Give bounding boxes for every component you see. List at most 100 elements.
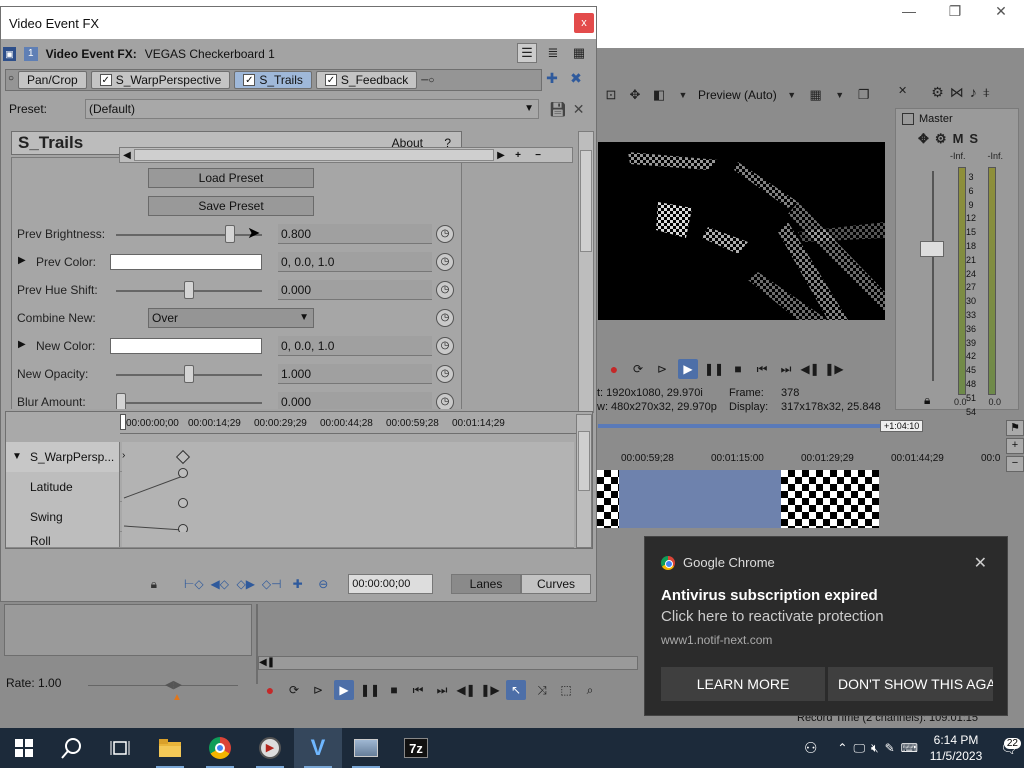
play-from-start-icon[interactable]: ⊳ bbox=[654, 361, 670, 377]
search-button[interactable] bbox=[48, 728, 96, 768]
action-center-button[interactable]: 🗨︎ 22 bbox=[994, 728, 1024, 768]
chain-item-s-warpperspective[interactable]: ✓ S_WarpPerspective bbox=[90, 71, 231, 89]
taskbar-clock[interactable]: 6:14 PM 11/5/2023 bbox=[924, 732, 988, 764]
slider-knob[interactable] bbox=[225, 225, 235, 243]
remove-plugin-icon[interactable]: ✖ bbox=[567, 69, 585, 87]
slider-knob[interactable] bbox=[184, 281, 194, 299]
keyframe-vscroll[interactable] bbox=[576, 414, 592, 548]
normal-edit-tool-icon[interactable]: ↖ bbox=[506, 680, 526, 700]
keyframe-node[interactable] bbox=[178, 468, 188, 478]
save-preset-button[interactable]: Save Preset bbox=[148, 196, 314, 216]
keyboard-icon[interactable]: ⌨ bbox=[901, 741, 918, 755]
combine-new-select[interactable]: Over ▼ bbox=[148, 308, 314, 328]
play-icon[interactable]: ▶ bbox=[334, 680, 354, 700]
next-frame-icon[interactable]: ❚▶ bbox=[480, 682, 499, 698]
prev-color-value[interactable]: 0, 0.0, 1.0 bbox=[278, 252, 432, 272]
loop-region-bar[interactable] bbox=[598, 424, 880, 428]
loop-icon[interactable]: ⟳ bbox=[630, 361, 646, 377]
new-opacity-slider[interactable] bbox=[116, 365, 262, 383]
notification-close-icon[interactable]: ✕ bbox=[974, 553, 987, 573]
zoom-in-icon[interactable]: + bbox=[508, 150, 528, 161]
view-list-icon[interactable]: ☰ bbox=[517, 43, 537, 63]
lock-icon[interactable]: 🔒︎ bbox=[924, 393, 930, 408]
new-opacity-value[interactable]: 1.000 bbox=[278, 364, 432, 384]
lock-envelope-icon[interactable]: 🔒︎ bbox=[145, 575, 163, 593]
previous-frame-icon[interactable]: ◀❚ bbox=[800, 361, 819, 377]
add-plugin-icon[interactable]: ✚ bbox=[543, 69, 561, 87]
parameter-scrollbar[interactable] bbox=[578, 131, 594, 413]
prev-brightness-slider[interactable] bbox=[116, 225, 262, 243]
go-to-end-icon[interactable]: ⏭ bbox=[778, 361, 794, 377]
play-icon[interactable]: ▶ bbox=[678, 359, 698, 379]
delete-keyframe-icon[interactable]: ⊖ bbox=[314, 575, 332, 593]
chain-item-pan-crop[interactable]: Pan/Crop bbox=[18, 71, 87, 89]
chevron-down-icon[interactable]: ▼ bbox=[831, 86, 849, 104]
scroll-thumb[interactable] bbox=[134, 149, 494, 161]
zoom-out-icon[interactable]: − bbox=[1006, 456, 1024, 472]
prev-hue-shift-value[interactable]: 0.000 bbox=[278, 280, 432, 300]
load-preset-button[interactable]: Load Preset bbox=[148, 168, 314, 188]
keyframe-row-label[interactable]: Roll bbox=[6, 532, 120, 547]
keyframe-track[interactable] bbox=[122, 468, 574, 502]
next-frame-icon[interactable]: ❚▶ bbox=[824, 361, 843, 377]
dialog-titlebar[interactable]: Video Event FX x bbox=[1, 7, 596, 39]
dialog-close-button[interactable]: x bbox=[574, 13, 594, 33]
keyframe-clock-icon[interactable]: ◷ bbox=[436, 393, 454, 409]
next-keyframe-icon[interactable]: ◇▶ bbox=[237, 575, 255, 593]
expand-triangle-icon[interactable]: ▶ bbox=[18, 255, 26, 266]
keyframe-timecode-field[interactable]: 00:00:00;00 bbox=[348, 574, 433, 594]
video-clip[interactable] bbox=[781, 470, 879, 528]
checkbox-checked-icon[interactable]: ✓ bbox=[99, 74, 112, 86]
overlays-icon[interactable]: ▦ bbox=[807, 86, 825, 104]
blur-amount-slider[interactable] bbox=[116, 393, 262, 409]
keyframe-clock-icon[interactable]: ◷ bbox=[436, 309, 454, 327]
split-screen-icon[interactable]: ◧ bbox=[650, 86, 668, 104]
people-icon[interactable]: ⚇ bbox=[804, 739, 817, 757]
first-keyframe-icon[interactable]: ⊢◇ bbox=[184, 575, 204, 593]
timeline-ruler[interactable]: 00:00:59;28 00:01:15:00 00:01:29;29 00:0… bbox=[597, 450, 1024, 466]
dont-show-again-button[interactable]: DON'T SHOW THIS AGAIN bbox=[828, 667, 993, 701]
keyframe-ruler[interactable]: 00:00:00;00 00:00:14;29 00:00:29;29 00:0… bbox=[120, 414, 576, 434]
mute-button[interactable]: M bbox=[953, 131, 964, 147]
keyframe-clock-icon[interactable]: ◷ bbox=[436, 253, 454, 271]
blur-amount-value[interactable]: 0.000 bbox=[278, 392, 432, 409]
gear-icon[interactable]: ⚙ bbox=[935, 131, 947, 147]
join-icon[interactable]: ⋈ bbox=[950, 84, 964, 104]
chevron-down-icon[interactable]: ▼ bbox=[783, 86, 801, 104]
checkbox-checked-icon[interactable]: ✓ bbox=[324, 74, 337, 86]
lanes-tab[interactable]: Lanes bbox=[451, 574, 521, 594]
chrome-notification[interactable]: Google Chrome ✕ Antivirus subscription e… bbox=[644, 536, 1008, 716]
new-color-value[interactable]: 0, 0.0, 1.0 bbox=[278, 336, 432, 356]
keyframe-clock-icon[interactable]: ◷ bbox=[436, 365, 454, 383]
scrollbar-thumb[interactable] bbox=[580, 150, 592, 252]
loop-icon[interactable]: ⟳ bbox=[286, 682, 302, 698]
insert-fx-icon[interactable]: ✥ bbox=[918, 131, 929, 147]
slider-knob[interactable] bbox=[184, 365, 194, 383]
chain-item-s-trails[interactable]: ✓ S_Trails bbox=[234, 71, 312, 89]
stop-icon[interactable]: ■ bbox=[386, 682, 402, 698]
keyframe-row-label[interactable]: Latitude bbox=[6, 472, 120, 502]
checkbox-checked-icon[interactable]: ✓ bbox=[243, 74, 256, 86]
new-color-swatch[interactable] bbox=[110, 338, 262, 354]
show-hidden-icons-chevron[interactable]: ⌃ bbox=[837, 741, 847, 755]
go-to-start-icon[interactable]: ⏮ bbox=[410, 682, 426, 698]
vegas-taskbar-button[interactable]: V bbox=[294, 728, 342, 768]
scroll-left-icon[interactable]: ◀ bbox=[120, 150, 134, 161]
photos-taskbar-button[interactable] bbox=[342, 728, 390, 768]
solo-button[interactable]: S bbox=[969, 131, 978, 147]
slider-knob[interactable] bbox=[116, 393, 126, 409]
mixer-icon[interactable]: ⧧ bbox=[983, 84, 990, 104]
media-player-button[interactable]: ▶ bbox=[246, 728, 294, 768]
network-icon[interactable]: 🖵︎ bbox=[853, 741, 865, 756]
prev-hue-shift-slider[interactable] bbox=[116, 281, 262, 299]
expand-triangle-icon[interactable]: ▶ bbox=[18, 339, 26, 350]
rate-slider[interactable]: ◀▶ bbox=[165, 678, 182, 691]
go-to-end-icon[interactable]: ⏭ bbox=[434, 682, 450, 698]
prev-brightness-value[interactable]: 0.800 bbox=[278, 224, 432, 244]
keyframe-clock-icon[interactable]: ◷ bbox=[436, 225, 454, 243]
prev-color-swatch[interactable] bbox=[110, 254, 262, 270]
keyframe-track[interactable] bbox=[122, 532, 574, 547]
record-icon[interactable]: ● bbox=[262, 682, 278, 698]
envelope-tool-icon[interactable]: ⤨ bbox=[534, 682, 550, 698]
zoom-in-icon[interactable]: + bbox=[1006, 438, 1024, 454]
